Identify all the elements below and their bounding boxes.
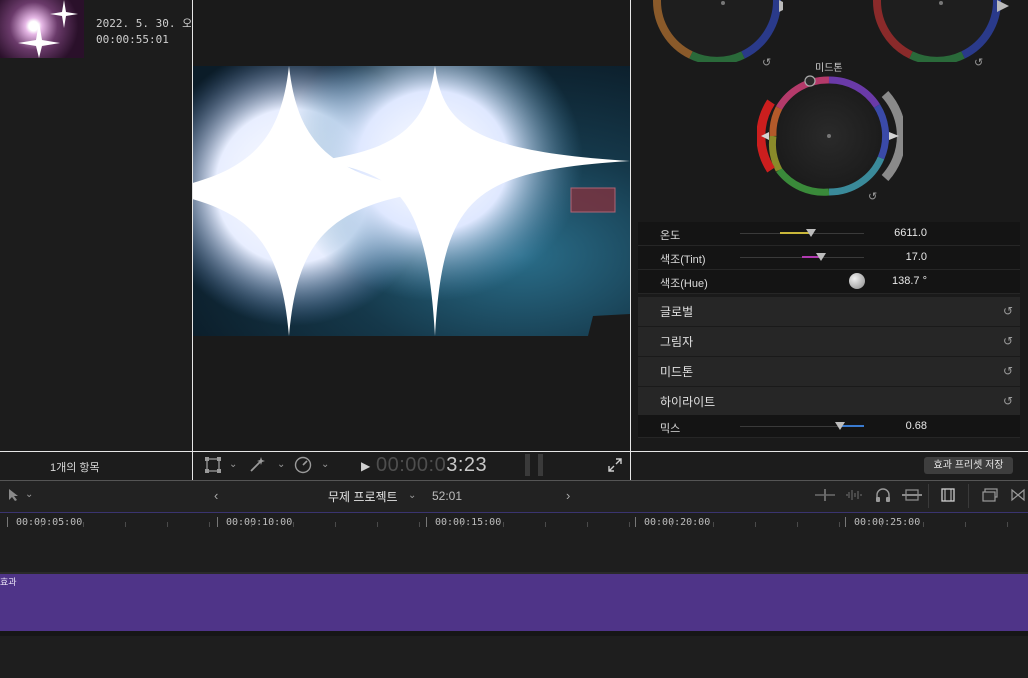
viewer-image-starburst <box>193 66 630 336</box>
temperature-value[interactable]: 6611.0 <box>894 227 927 239</box>
section-global-label: 글로벌 <box>660 305 694 319</box>
section-midtones-label: 미드톤 <box>660 365 694 379</box>
section-shadows[interactable]: 그림자 ↺ <box>638 327 1020 357</box>
mix-value[interactable]: 0.68 <box>906 420 927 432</box>
chevron-down-icon[interactable]: ⌄ <box>321 459 329 470</box>
slider-row-mix: 믹스 0.68 <box>638 415 1020 438</box>
browser-panel <box>0 0 192 451</box>
tint-value[interactable]: 17.0 <box>906 251 927 263</box>
viewer-timecode: 00:00:03:23 <box>376 454 487 477</box>
select-tool-icon[interactable] <box>8 488 20 505</box>
toolbar-divider <box>928 484 929 508</box>
mix-label: 믹스 <box>660 423 681 435</box>
back-arrow-icon[interactable]: ‹ <box>214 488 218 503</box>
mix-slider-thumb[interactable] <box>835 422 845 430</box>
toolbar-divider <box>968 484 969 508</box>
audio-meter-icon <box>525 454 530 476</box>
item-count: 1개의 항목 <box>50 462 100 474</box>
chevron-down-icon[interactable]: ⌄ <box>229 459 237 470</box>
chevron-down-icon[interactable]: ⌄ <box>25 489 33 500</box>
project-duration: 52:01 <box>432 489 463 503</box>
viewer-frame[interactable] <box>193 66 630 336</box>
section-global[interactable]: 글로벌 ↺ <box>638 297 1020 327</box>
slider-row-tint: 색조(Tint) 17.0 <box>638 246 1020 270</box>
reset-icon[interactable]: ↺ <box>1003 394 1013 408</box>
timeline-toolbar <box>0 481 1028 512</box>
clip-thumbnail[interactable] <box>0 0 84 58</box>
reset-icon[interactable]: ↺ <box>974 56 983 69</box>
slider-row-hue: 색조(Hue) 138.7 ° <box>638 270 1020 294</box>
chevron-down-icon[interactable]: ⌄ <box>277 459 285 470</box>
tint-slider-thumb[interactable] <box>816 253 826 261</box>
ruler-minor-ticks <box>0 522 1028 527</box>
reset-icon[interactable]: ↺ <box>1003 304 1013 318</box>
color-wheel-global[interactable] <box>651 0 783 62</box>
color-wheel-shadows[interactable] <box>871 0 1011 62</box>
audio-meter-icon <box>538 454 543 476</box>
film-strip-icon[interactable] <box>941 488 955 505</box>
effects-browser-icon[interactable] <box>1011 488 1025 505</box>
reset-icon[interactable]: ↺ <box>1003 364 1013 378</box>
headphones-icon[interactable] <box>875 487 891 506</box>
hue-value[interactable]: 138.7 ° <box>892 275 927 287</box>
timeline-track-gap <box>0 631 1028 636</box>
section-shadows-label: 그림자 <box>660 335 694 349</box>
magic-wand-icon[interactable] <box>248 456 266 477</box>
audio-skimming-icon[interactable] <box>845 488 863 505</box>
section-highlights[interactable]: 하이라이트 ↺ <box>638 387 1020 417</box>
fullscreen-icon[interactable] <box>607 457 623 476</box>
clip-date: 2022. 5. 30. 오후 8 <box>96 17 191 30</box>
snapping-icon[interactable] <box>815 488 835 505</box>
section-midtones[interactable]: 미드톤 ↺ <box>638 357 1020 387</box>
section-highlights-label: 하이라이트 <box>660 395 716 409</box>
chevron-down-icon[interactable]: ⌄ <box>408 490 416 501</box>
color-wheel-midtone[interactable] <box>756 72 906 202</box>
temperature-slider-thumb[interactable] <box>806 229 816 237</box>
hue-dial-icon[interactable] <box>849 273 865 289</box>
clip-duration: 00:00:55:01 <box>96 33 169 46</box>
project-name[interactable]: 무제 프로젝트 <box>328 488 398 505</box>
speed-gauge-icon[interactable] <box>294 456 312 477</box>
reset-icon[interactable]: ↺ <box>868 190 877 203</box>
reset-icon[interactable]: ↺ <box>762 56 771 69</box>
forward-arrow-icon[interactable]: › <box>566 488 570 503</box>
tint-label: 색조(Tint) <box>660 254 706 266</box>
thumbnail-sparkle-image <box>18 0 78 58</box>
transform-icon[interactable] <box>205 457 221 476</box>
play-icon[interactable]: ▶ <box>361 459 370 473</box>
slider-row-temperature: 온도 6611.0 <box>638 222 1020 246</box>
clip-appearance-icon[interactable] <box>982 488 998 505</box>
save-preset-button[interactable]: 효과 프리셋 저장 <box>924 457 1013 474</box>
timecode-dim: 00:00:0 <box>376 454 447 476</box>
temperature-label: 온도 <box>660 230 681 242</box>
reset-icon[interactable]: ↺ <box>1003 334 1013 348</box>
timeline-clip-label: 효과 <box>0 577 17 587</box>
hue-label: 색조(Hue) <box>660 278 708 290</box>
timecode-bright: 3:23 <box>446 454 488 476</box>
timeline-clip[interactable]: 효과 <box>0 572 1028 633</box>
solo-icon[interactable] <box>902 488 922 505</box>
